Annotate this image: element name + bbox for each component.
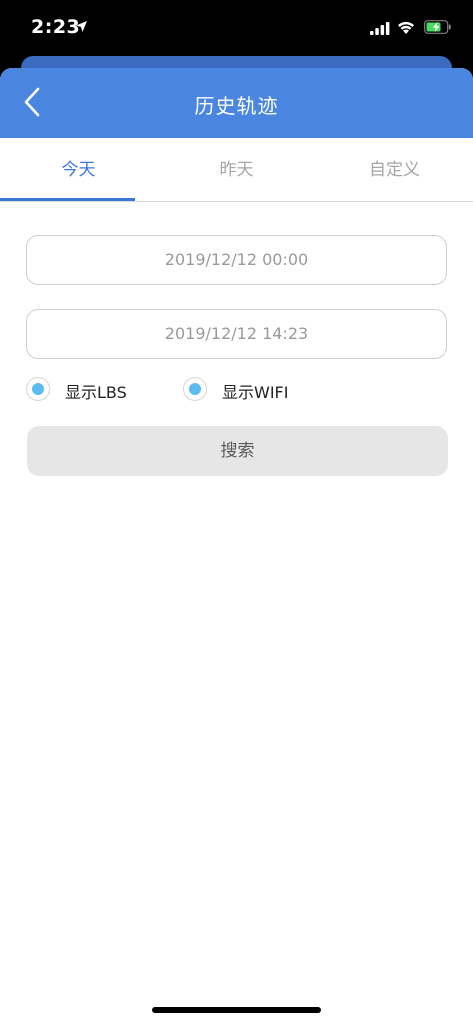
tab-yesterday[interactable]: 昨天 <box>158 138 315 201</box>
location-arrow-icon <box>76 21 87 32</box>
radio-selected-dot <box>189 383 201 395</box>
end-time-field[interactable]: 2019/12/12 14:23 <box>26 309 447 359</box>
status-bar: 2:23 <box>0 0 473 58</box>
show-lbs-radio[interactable] <box>26 377 50 401</box>
search-button[interactable]: 搜索 <box>27 426 448 476</box>
show-wifi-radio[interactable] <box>183 377 207 401</box>
cellular-signal-icon <box>370 22 390 35</box>
history-track-sheet: 历史轨迹 今天 昨天 自定义 2019/12/12 00:00 2019/12/… <box>0 68 473 1024</box>
tab-today[interactable]: 今天 <box>0 138 157 201</box>
home-indicator <box>152 1007 321 1013</box>
page-title: 历史轨迹 <box>194 94 279 118</box>
start-time-field[interactable]: 2019/12/12 00:00 <box>26 235 447 285</box>
battery-charging-icon <box>424 20 451 34</box>
active-tab-indicator <box>0 198 135 201</box>
status-time: 2:23 <box>31 16 81 38</box>
phone-screen: 2:23 历史轨迹 今天 昨天 自定义 2019/12/12 00:00 201… <box>0 0 473 1024</box>
date-range-tabs: 今天 昨天 自定义 <box>0 138 473 202</box>
navigation-bar: 历史轨迹 <box>0 68 473 138</box>
tab-custom[interactable]: 自定义 <box>316 138 473 201</box>
show-lbs-label: 显示LBS <box>65 383 127 402</box>
wifi-icon <box>398 21 414 34</box>
show-wifi-label: 显示WIFI <box>222 383 289 402</box>
radio-selected-dot <box>32 383 44 395</box>
